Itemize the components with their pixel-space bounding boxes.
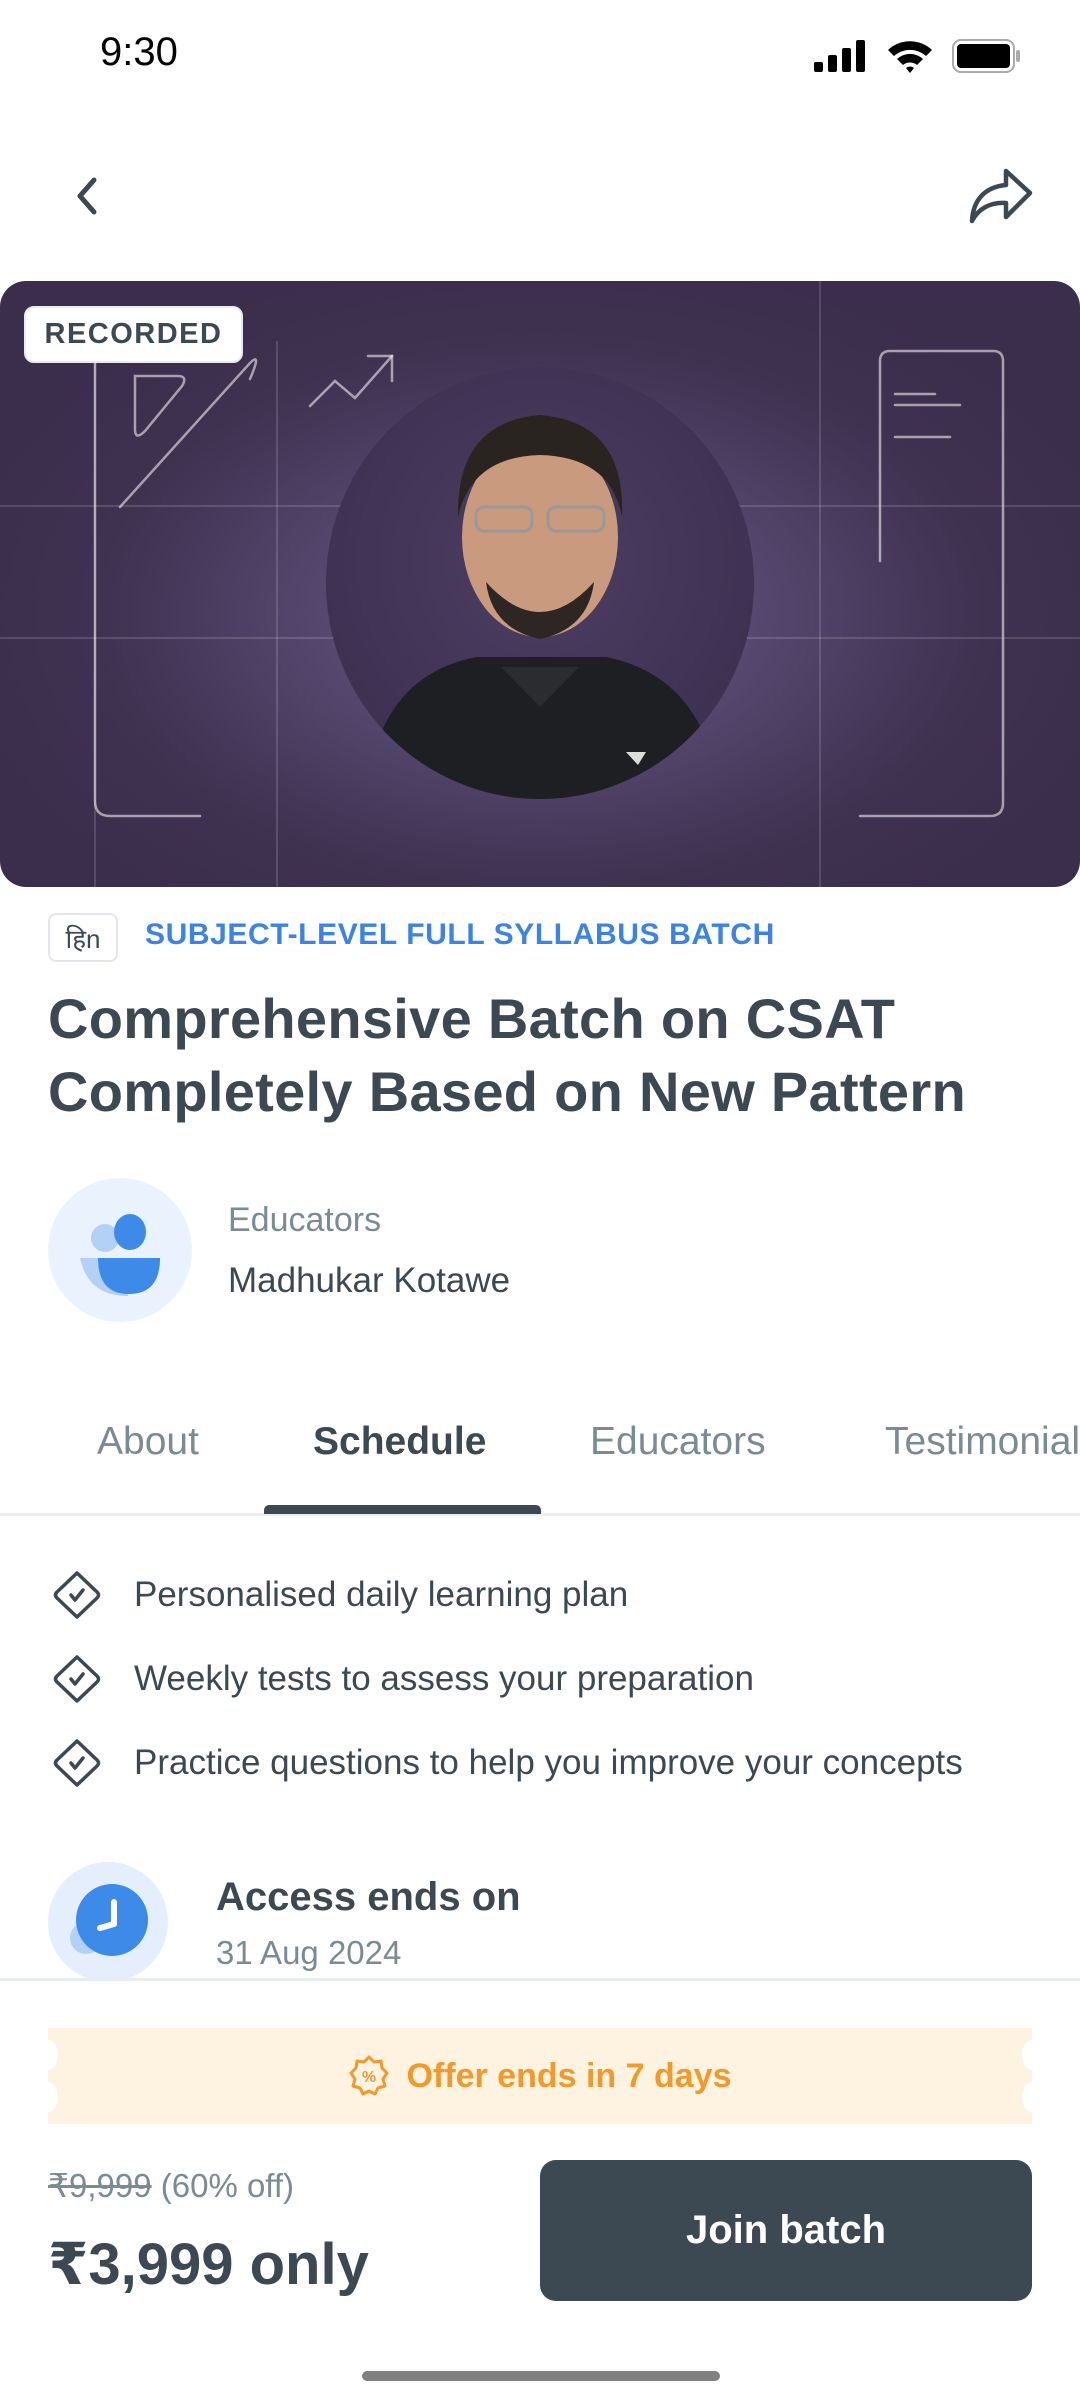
active-tab-indicator [264,1505,541,1514]
access-title: Access ends on [216,1875,521,1919]
discount-percent: (60% off) [160,2167,295,2204]
back-button[interactable] [60,168,116,224]
educator-name[interactable]: Madhukar Kotawe [228,1261,510,1301]
offer-banner: % Offer ends in 7 days [48,2028,1032,2124]
tab-educators[interactable]: Educators [590,1420,766,1464]
language-chip: हिn [48,913,118,962]
educator-photo [326,367,754,799]
signal-icon [814,40,865,72]
join-batch-button[interactable]: Join batch [540,2160,1032,2301]
check-badge-icon [53,1571,101,1619]
access-date: 31 Aug 2024 [216,1934,402,1971]
status-icons [814,38,1022,74]
educators-label: Educators [228,1201,382,1239]
tab-about[interactable]: About [97,1420,199,1464]
feature-item: Personalised daily learning plan [52,1570,628,1620]
check-badge-icon [53,1739,101,1787]
access-icon-wrap [48,1862,168,1982]
offer-notch [1022,2082,1032,2112]
feature-text: Weekly tests to assess your preparation [134,1659,754,1698]
educator-portrait [366,415,721,799]
feature-item: Practice questions to help you improve y… [52,1738,963,1788]
clock-icon [70,1884,148,1956]
feature-item: Weekly tests to assess your preparation [52,1654,754,1704]
status-time: 9:30 [100,30,178,74]
recorded-badge: RECORDED [24,306,243,363]
discount-badge-icon: % [349,2055,388,2096]
original-price-row: ₹9,999 (60% off) [48,2166,294,2205]
final-price: ₹3,999 only [48,2232,369,2297]
battery-icon [952,39,1020,73]
feature-text: Practice questions to help you improve y… [134,1743,963,1782]
course-title: Comprehensive Batch on CSAT Completely B… [48,982,1048,1128]
original-price: ₹9,999 [48,2167,152,2204]
offer-notch [48,2040,58,2070]
tab-schedule[interactable]: Schedule [313,1420,486,1464]
educators-icon [80,1214,160,1296]
home-indicator[interactable] [362,2371,720,2381]
tab-bar: About Schedule Educators Testimonials [0,1400,1080,1516]
batch-type-label: SUBJECT-LEVEL FULL SYLLABUS BATCH [145,918,775,951]
educators-avatar[interactable] [48,1178,192,1322]
share-button[interactable] [966,165,1036,227]
offer-notch [48,2082,58,2112]
check-badge-icon [53,1655,101,1703]
share-icon [969,168,1033,224]
wifi-icon [888,41,932,73]
tab-testimonials[interactable]: Testimonials [885,1420,1080,1464]
chevron-left-icon [77,177,97,215]
offer-text: Offer ends in 7 days [406,2056,732,2095]
svg-text:%: % [361,2069,375,2086]
course-title-line2: Completely Based on New Pattern [48,1060,966,1123]
offer-notch [1022,2040,1032,2070]
feature-text: Personalised daily learning plan [134,1575,629,1614]
course-title-line1: Comprehensive Batch on CSAT [48,987,896,1050]
